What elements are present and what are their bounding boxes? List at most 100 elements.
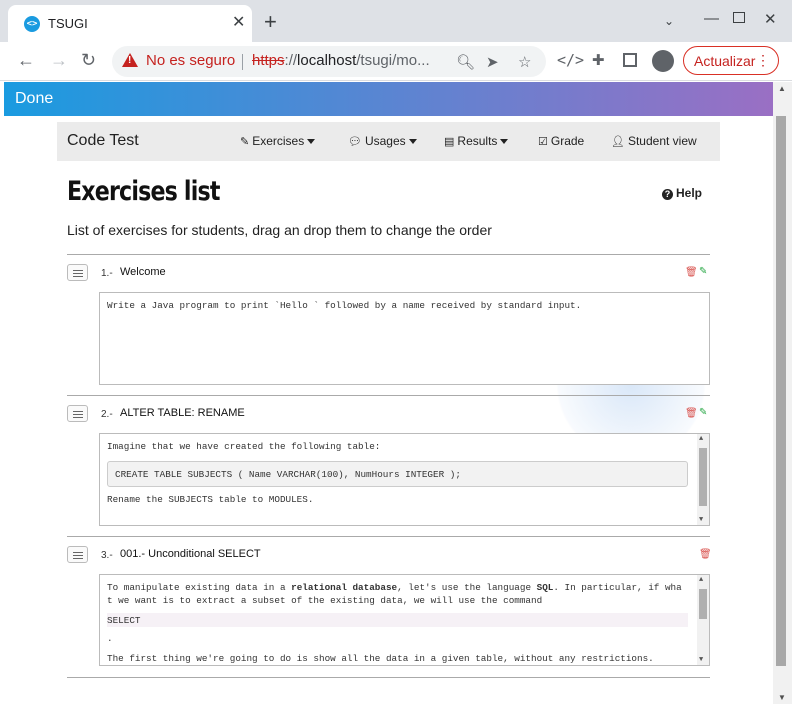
nav-usages-label: Usages (364, 134, 406, 148)
statement-line: Write a Java program to print `Hello ` f… (107, 300, 582, 311)
tsugi-favicon-icon: <> (24, 16, 40, 32)
user-icon: 👤︎ (611, 136, 625, 148)
statement-dot: . (107, 633, 113, 644)
trash-icon[interactable]: 🗑︎ (685, 408, 698, 419)
url-scheme: https (252, 52, 285, 69)
drag-handle-icon[interactable] (67, 405, 88, 422)
back-icon[interactable]: ← (17, 50, 35, 70)
scrollbar-thumb[interactable] (699, 589, 707, 619)
update-label: Actualizar (694, 53, 756, 69)
statement-paragraph-cont: t we want is to extract a subset of the … (107, 595, 543, 606)
text-run: To manipulate existing data in a (107, 582, 292, 593)
nav-student-view[interactable]: 👤︎ Student view (611, 134, 697, 148)
nav-grade[interactable]: ☑ Grade (538, 134, 584, 148)
help-link[interactable]: ? Help (662, 186, 702, 200)
bookmark-star-icon[interactable]: ☆ (518, 53, 531, 71)
scroll-up-icon[interactable]: ▲ (699, 576, 703, 584)
nav-usages[interactable]: 💬︎ Usages (348, 134, 417, 148)
devtools-code-icon[interactable]: </> (557, 51, 584, 69)
nav-results-label: Results (457, 134, 498, 148)
exercise-title: Welcome (120, 266, 166, 278)
exercise-statement: Write a Java program to print `Hello ` f… (99, 292, 710, 385)
trash-icon[interactable]: 🗑︎ (685, 267, 698, 278)
scroll-down-icon[interactable]: ▼ (778, 693, 786, 702)
minimize-icon[interactable]: — (704, 10, 719, 27)
divider (67, 254, 710, 255)
url-text[interactable]: https://localhost/tsugi/mo... (252, 52, 442, 69)
page-subtitle: List of exercises for students, drag an … (67, 222, 492, 238)
app-brand[interactable]: Code Test (67, 132, 139, 150)
menu-dots-icon[interactable]: ⋮ (756, 51, 770, 69)
statement-scrollbar[interactable]: ▲ ▼ (697, 575, 709, 665)
browser-toolbar: ← → ↻ No es seguro https://localhost/tsu… (0, 42, 792, 81)
page-title: Exercises list (67, 176, 220, 207)
help-label: Help (676, 186, 703, 200)
forward-icon[interactable]: → (50, 50, 68, 70)
statement-paragraph: The first thing we're going to do is sho… (107, 653, 654, 664)
exercise-number: 3.- (101, 550, 113, 561)
drag-handle-icon[interactable] (67, 264, 88, 281)
statement-scrollbar[interactable]: ▲ ▼ (697, 434, 709, 525)
exercise-number: 1.- (101, 268, 113, 279)
extensions-puzzle-icon[interactable]: ✚ (592, 51, 605, 69)
text-run: . In particular, if wha (553, 582, 682, 593)
page-viewport: Done Code Test ✎ Exercises 💬︎ Usages ▤ Resu… (4, 82, 773, 704)
browser-tab[interactable]: <> TSUGI ✕ (8, 5, 252, 42)
scrollbar-thumb[interactable] (776, 116, 786, 666)
reload-icon[interactable]: ↻ (81, 50, 96, 70)
list-icon: ▤ (444, 136, 455, 148)
divider (67, 395, 710, 396)
nav-exercises[interactable]: ✎ Exercises (240, 134, 316, 148)
send-icon[interactable]: ➤ (486, 53, 499, 71)
bold-term: relational database (291, 582, 398, 593)
nav-student-view-label: Student view (627, 134, 697, 148)
security-label[interactable]: No es seguro (146, 52, 235, 69)
maximize-icon[interactable] (733, 12, 745, 23)
scroll-up-icon[interactable]: ▲ (699, 435, 703, 443)
side-panel-icon[interactable] (623, 53, 637, 67)
text-run: , let's use the language (397, 582, 537, 593)
url-path: /tsugi/mo... (356, 52, 430, 69)
page-scrollbar[interactable]: ▲ ▼ (773, 82, 792, 704)
exercise-title: 001.- Unconditional SELECT (120, 548, 261, 560)
comments-icon: 💬︎ (348, 136, 362, 148)
code-block: CREATE TABLE SUBJECTS ( Name VARCHAR(100… (107, 461, 688, 487)
edit-icon: ✎ (240, 136, 250, 148)
update-button[interactable]: Actualizar ⋮ (683, 46, 779, 75)
nav-exercises-label: Exercises (252, 134, 305, 148)
caret-down-icon (408, 139, 417, 145)
question-circle-icon: ? (662, 189, 673, 200)
url-host: localhost (297, 52, 357, 69)
profile-avatar-icon[interactable] (652, 50, 674, 72)
warning-icon[interactable] (122, 53, 138, 67)
pencil-icon[interactable]: ✎ (699, 266, 707, 277)
bold-term: SQL (536, 582, 554, 593)
statement-intro: Imagine that we have created the followi… (107, 441, 381, 452)
pencil-icon[interactable]: ✎ (699, 407, 707, 418)
done-button[interactable]: Done (15, 90, 53, 107)
code-inline: SELECT (107, 613, 688, 627)
divider (67, 536, 710, 537)
omnibox-divider (242, 54, 243, 70)
statement-after: Rename the SUBJECTS table to MODULES. (107, 494, 314, 505)
scrollbar-thumb[interactable] (699, 448, 707, 506)
exercise-number: 2.- (101, 409, 113, 420)
window-close-icon[interactable]: ✕ (764, 10, 777, 28)
trash-icon[interactable]: 🗑︎ (699, 549, 712, 560)
tab-search-chevron-icon[interactable]: ⌄ (664, 14, 674, 28)
drag-handle-icon[interactable] (67, 546, 88, 563)
scroll-down-icon[interactable]: ▼ (699, 656, 703, 664)
address-bar[interactable]: No es seguro https://localhost/tsugi/mo.… (112, 46, 546, 77)
nav-results[interactable]: ▤ Results (444, 134, 509, 148)
exercise-title: ALTER TABLE: RENAME (120, 407, 245, 419)
exercise-statement: Imagine that we have created the followi… (99, 433, 710, 526)
divider (67, 677, 710, 678)
close-tab-icon[interactable]: ✕ (232, 14, 245, 32)
scroll-up-icon[interactable]: ▲ (778, 84, 786, 93)
new-tab-icon[interactable]: + (264, 11, 277, 33)
scroll-down-icon[interactable]: ▼ (699, 516, 703, 524)
url-separator: :// (284, 52, 298, 69)
zoom-icon[interactable]: 🔍︎ (456, 53, 475, 71)
tool-navbar: Code Test ✎ Exercises 💬︎ Usages ▤ Results ☑… (57, 122, 720, 161)
caret-down-icon (500, 139, 509, 145)
